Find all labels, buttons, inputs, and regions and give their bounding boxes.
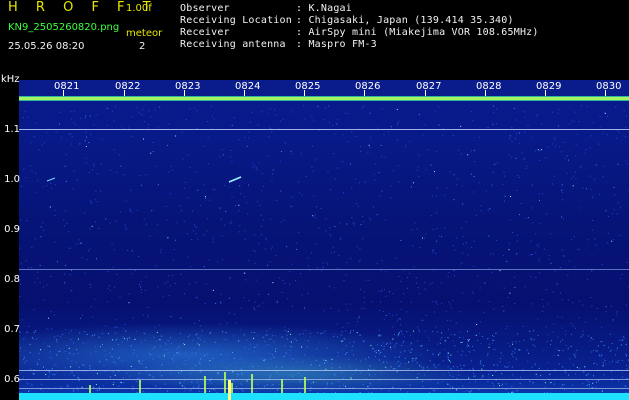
y-tick-label: 0.8 <box>4 274 20 285</box>
spectrogram-overlay <box>19 90 629 400</box>
y-tick-label: 1.1 <box>4 124 20 135</box>
signal-spike <box>89 385 91 393</box>
x-tick-label: 0826 <box>355 81 381 92</box>
x-tick-label: 0822 <box>115 81 141 92</box>
y-axis-unit: kHz <box>1 74 20 85</box>
y-tick-label: 1.0 <box>4 174 20 185</box>
meteor-count: 2 <box>139 41 146 52</box>
antenna-value: : Maspro FM-3 <box>296 39 377 50</box>
carrier-band-core <box>19 97 629 100</box>
x-tick-label: 0821 <box>54 81 80 92</box>
info-values: : K.Nagai : Chigasaki, Japan (139.414 35… <box>296 3 539 51</box>
x-tick-label: 0824 <box>235 81 261 92</box>
signal-spike <box>304 377 306 393</box>
reference-line <box>19 370 629 371</box>
reference-line <box>19 379 629 380</box>
signal-spike <box>224 372 226 393</box>
signal-spike <box>139 380 141 393</box>
observer-label: Observer <box>180 3 230 14</box>
x-tick-label: 0830 <box>596 81 622 92</box>
x-tick-label: 0829 <box>536 81 562 92</box>
receiver-label: Receiver <box>180 27 230 38</box>
y-tick-label: 0.9 <box>4 224 20 235</box>
low-band-noise <box>19 330 629 396</box>
reference-line <box>19 269 629 270</box>
x-tick-label: 0825 <box>295 81 321 92</box>
meteor-label: meteor <box>126 28 163 39</box>
reference-line <box>19 388 629 389</box>
meteor-streak <box>228 176 242 183</box>
antenna-label: Receiving antenna <box>180 39 286 50</box>
noise-speckle <box>19 105 629 396</box>
datetime-label: 25.05.26 08:20 <box>8 41 85 52</box>
info-labels: Observer Receiving Location Receiver Rec… <box>180 3 292 51</box>
header-panel: H R O F F T 1.00f KN9_2505260820.png met… <box>0 0 629 78</box>
signal-spike <box>251 374 253 393</box>
receiver-value: : AirSpy mini (Miakejima VOR 108.65MHz) <box>296 27 539 38</box>
location-label: Receiving Location <box>180 15 292 26</box>
observer-value: : K.Nagai <box>296 3 352 14</box>
location-value: : Chigasaki, Japan (139.414 35.340) <box>296 15 514 26</box>
y-tick-label: 0.7 <box>4 324 20 335</box>
signal-spike <box>204 376 206 393</box>
bottom-band <box>19 393 629 400</box>
signal-spike <box>281 379 283 393</box>
signal-spike <box>228 380 231 400</box>
x-tick-label: 0823 <box>175 81 201 92</box>
reference-line <box>19 129 629 130</box>
y-tick-label: 0.6 <box>4 374 20 385</box>
spectrogram-panel <box>19 80 629 400</box>
x-tick-label: 0827 <box>416 81 442 92</box>
x-tick-label: 0828 <box>476 81 502 92</box>
filename-label: KN9_2505260820.png <box>8 22 120 33</box>
signal-spike <box>231 383 233 393</box>
meteor-streak <box>46 177 56 182</box>
version-label: 1.00f <box>126 3 152 14</box>
